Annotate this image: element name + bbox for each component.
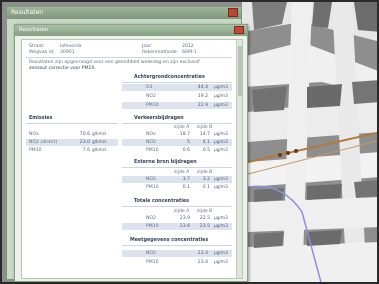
row-value-a: 5 (187, 140, 190, 145)
intro-line-2: zeezout correctie voor PM10. (29, 66, 96, 71)
row-unit: µg/m3 (214, 148, 228, 153)
column-header-side-a: zijde A (174, 209, 190, 214)
row-value: 7.6 (82, 148, 90, 153)
column-header-side-a: zijde A (174, 125, 190, 130)
row-value: 19.2 (197, 94, 208, 99)
row-unit: µg/m3 (214, 177, 228, 182)
close-icon[interactable] (234, 26, 244, 34)
meta-year-value: 2012 (182, 44, 194, 49)
row-unit: µg/m3 (214, 260, 228, 265)
row-value-b: 22.5 (199, 216, 210, 221)
row-unit: µg/m3 (214, 224, 228, 229)
row-value: 70.6 (79, 132, 90, 137)
section-title-measured: Meetgegevens concentraties (130, 238, 209, 243)
row-unit: µg/m3 (214, 251, 228, 256)
section-title-emissions: Emissies (29, 116, 53, 121)
row-value-a: 3.7 (182, 177, 190, 182)
scroll-thumb[interactable] (238, 46, 242, 96)
row-value-a: 0.6 (182, 148, 190, 153)
screen-frame: Resultaten Resultaten Straat: lafeverda … (0, 0, 379, 284)
row-unit: µg/m3 (214, 140, 228, 145)
row-value-b: 0.1 (202, 185, 210, 190)
row-unit: µg/m3 (214, 216, 228, 221)
row-label: PM10 (146, 224, 159, 229)
divider (26, 57, 232, 58)
divider (122, 167, 232, 168)
section-title-total: Totale concentraties (134, 199, 190, 204)
meta-segment-value: 30901 (60, 50, 75, 55)
close-icon[interactable] (228, 8, 238, 17)
divider (122, 245, 232, 246)
row-label: PM10 (146, 148, 159, 153)
divider (122, 206, 232, 207)
row-value-b: 4.1 (202, 140, 210, 145)
row-label: NOx (146, 132, 156, 137)
row-label: NO2 (direct) (29, 140, 58, 145)
row-value: 23.4 (197, 260, 208, 265)
row-unit: µg/m3 (214, 103, 228, 108)
row-value-a: 18.7 (179, 132, 190, 137)
meta-street-value: lafeverda (60, 44, 82, 49)
column-header-side-b: zijde B (197, 209, 213, 214)
background-window-titlebar: Resultaten (7, 7, 241, 19)
row-unit: g/km/s (92, 140, 107, 145)
row-value: 23.0 (79, 140, 90, 145)
column-header-side-a: zijde A (174, 170, 190, 175)
row-unit: g/km/s (92, 148, 107, 153)
row-unit: µg/m3 (214, 132, 228, 137)
row-unit: µg/m3 (214, 185, 228, 190)
row-label: NO2 (146, 94, 156, 99)
section-title-traffic: Verkeersbijdragen (134, 116, 184, 121)
row-label: NO2 (146, 251, 156, 256)
row-value: 44.4 (197, 85, 208, 90)
divider (122, 82, 232, 83)
row-value-a: 23.6 (179, 224, 190, 229)
row-unit: µg/m3 (214, 85, 228, 90)
row-value: 23.4 (197, 251, 208, 256)
row-label: NOx (29, 132, 39, 137)
row-value-b: 14.7 (199, 132, 210, 137)
section-title-background: Achtergrondconcentraties (134, 75, 205, 80)
row-value-b: 3.2 (202, 177, 210, 182)
row-label: PM10 (146, 260, 159, 265)
row-value-b: 0.5 (202, 148, 210, 153)
column-header-side-b: zijde B (197, 170, 213, 175)
results-panel: Straat: lafeverda Jaar: 2012 Wegvak id: … (21, 39, 243, 279)
row-label: O3 (146, 85, 153, 90)
row-label: PM10 (146, 103, 159, 108)
meta-year-label: Jaar: (142, 44, 153, 49)
meta-segment-label: Wegvak id: (29, 50, 55, 55)
row-value-b: 23.5 (199, 224, 210, 229)
vertical-scrollbar[interactable] (236, 40, 242, 278)
divider (122, 123, 232, 124)
meta-street-label: Straat: (29, 44, 45, 49)
meta-method-label: Rekenmethode: (142, 50, 179, 55)
column-header-side-b: zijde B (197, 125, 213, 130)
results-window: Resultaten Straat: lafeverda Jaar: 2012 … (14, 24, 248, 282)
window-titlebar[interactable]: Resultaten (15, 25, 247, 36)
row-value-a: 23.9 (179, 216, 190, 221)
row-value-a: 0.1 (182, 185, 190, 190)
row-label: NO2 (146, 216, 156, 221)
row-value: 22.9 (197, 103, 208, 108)
meta-method-value: SRM-1 (182, 50, 197, 55)
row-label: PM10 (29, 148, 42, 153)
row-unit: µg/m3 (214, 94, 228, 99)
row-label: PM10 (146, 185, 159, 190)
row-label: NO2 (146, 140, 156, 145)
row-label: NO2 (146, 177, 156, 182)
section-title-external: Externe bron bijdragen (134, 160, 197, 165)
window-title: Resultaten (19, 27, 49, 33)
background-window-title: Resultaten (11, 9, 44, 16)
row-unit: g/km/s (92, 132, 107, 137)
intro-line-1: Resultaten zijn opgevraagd voor een gemi… (29, 60, 200, 65)
divider (26, 123, 118, 124)
